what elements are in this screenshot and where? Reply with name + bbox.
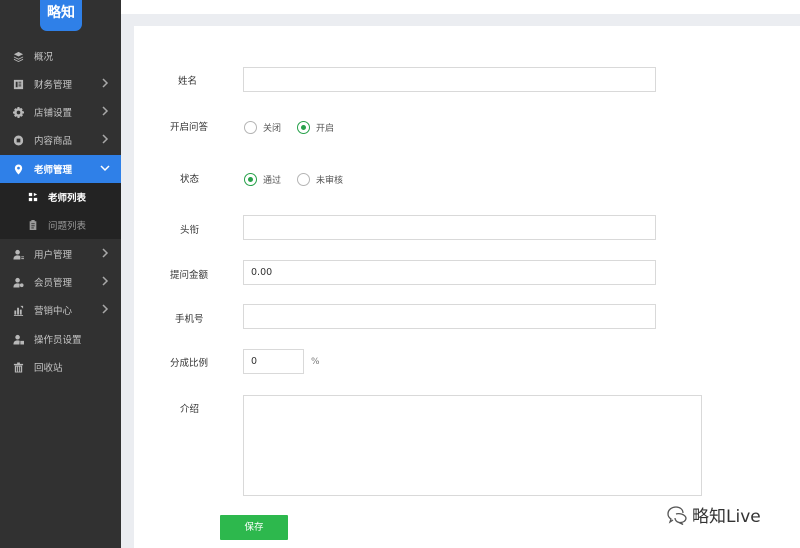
- title-label: 头衔: [180, 225, 200, 236]
- price-input[interactable]: 0.00: [243, 260, 656, 285]
- status-radio-pending[interactable]: 未审核: [297, 173, 343, 186]
- sub-item-teacher-list[interactable]: 老师列表: [0, 183, 121, 211]
- sub-item-question-list[interactable]: 问题列表: [0, 211, 121, 239]
- wechat-icon: [667, 505, 687, 525]
- ratio-unit: %: [311, 357, 320, 367]
- chevron-right-icon: [100, 134, 112, 146]
- ratio-input[interactable]: 0: [243, 349, 304, 374]
- nav-item-store-settings[interactable]: 店铺设置: [0, 98, 121, 126]
- top-bar: [121, 0, 800, 14]
- sub-item-label: 问题列表: [48, 221, 87, 232]
- nav-label: 回收站: [34, 363, 63, 374]
- radio-label: 关闭: [263, 124, 282, 134]
- phone-input[interactable]: [243, 304, 656, 329]
- price-label: 提问金额: [170, 270, 209, 281]
- teacher-list-icon: [28, 191, 40, 203]
- qa-radio-on[interactable]: 开启: [297, 121, 334, 134]
- radio-label: 开启: [316, 124, 335, 134]
- nav-item-user-management[interactable]: 用户管理: [0, 240, 121, 268]
- watermark-text: 略知Live: [692, 507, 761, 527]
- radio-circle-icon: [244, 121, 257, 134]
- location-pin-icon: [12, 163, 24, 175]
- nav-item-operator-settings[interactable]: 操作员设置: [0, 325, 121, 353]
- title-input[interactable]: [243, 215, 656, 240]
- chevron-right-icon: [100, 78, 112, 90]
- chevron-right-icon: [100, 248, 112, 260]
- app-logo[interactable]: 略知: [40, 0, 82, 31]
- ratio-label: 分成比例: [170, 358, 209, 369]
- operator-icon: [12, 333, 24, 345]
- phone-label: 手机号: [175, 314, 204, 325]
- product-icon: [12, 134, 24, 146]
- nav-item-overview[interactable]: 概况: [0, 42, 121, 70]
- nav-item-member-management[interactable]: 会员管理: [0, 268, 121, 296]
- chevron-right-icon: [100, 304, 112, 316]
- watermark: 略知Live: [666, 502, 761, 527]
- name-input[interactable]: [243, 67, 656, 92]
- name-label: 姓名: [178, 76, 198, 87]
- ledger-icon: [12, 78, 24, 90]
- radio-label: 未审核: [316, 176, 344, 186]
- nav-item-recycle-bin[interactable]: 回收站: [0, 353, 121, 381]
- nav-label: 会员管理: [34, 278, 73, 289]
- nav-label: 用户管理: [34, 250, 73, 261]
- layers-icon: [12, 50, 24, 62]
- chevron-right-icon: [100, 106, 112, 118]
- radio-checked-icon: [244, 173, 257, 186]
- qa-radio-off[interactable]: 关闭: [244, 121, 281, 134]
- nav-item-finance[interactable]: 财务管理: [0, 70, 121, 98]
- nav-label: 内容商品: [34, 136, 73, 147]
- chevron-down-icon: [100, 163, 112, 175]
- nav-item-teacher-management[interactable]: 老师管理: [0, 155, 121, 183]
- clipboard-icon: [28, 219, 40, 231]
- save-button[interactable]: 保存: [220, 515, 288, 540]
- nav-label: 操作员设置: [34, 335, 82, 346]
- chevron-right-icon: [100, 276, 112, 288]
- intro-textarea[interactable]: [243, 395, 702, 496]
- nav-item-marketing-center[interactable]: 营销中心: [0, 296, 121, 324]
- qa-label: 开启问答: [170, 122, 209, 133]
- status-label: 状态: [180, 174, 200, 185]
- user-icon: [12, 248, 24, 260]
- trash-icon: [12, 361, 24, 373]
- intro-label: 介绍: [180, 404, 200, 415]
- nav-label: 营销中心: [34, 306, 73, 317]
- sub-item-label: 老师列表: [48, 193, 87, 204]
- radio-circle-icon: [297, 173, 310, 186]
- radio-checked-icon: [297, 121, 310, 134]
- status-radio-approved[interactable]: 通过: [244, 173, 281, 186]
- nav-label: 老师管理: [34, 165, 73, 176]
- radio-label: 通过: [263, 176, 282, 186]
- nav-item-content-products[interactable]: 内容商品: [0, 126, 121, 154]
- sidebar: 略知 概况 财务管理 店铺设置 内容商品 老师管理 老师列表 问题列表 用户管理: [0, 0, 121, 548]
- nav-label: 概况: [34, 52, 54, 63]
- gear-icon: [12, 106, 24, 118]
- nav-label: 店铺设置: [34, 108, 73, 119]
- member-icon: [12, 276, 24, 288]
- nav-label: 财务管理: [34, 80, 73, 91]
- chart-icon: [12, 304, 24, 316]
